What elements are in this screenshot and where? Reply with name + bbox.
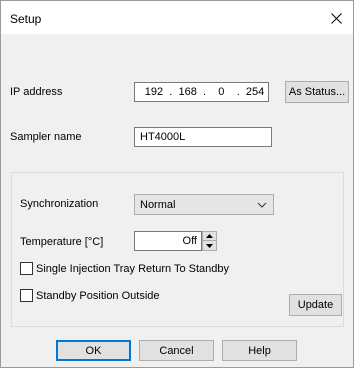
spin-down-icon <box>206 243 213 248</box>
spin-up-icon <box>206 234 213 238</box>
sampler-name-label: Sampler name <box>10 131 82 143</box>
standby-outside-checkbox[interactable] <box>20 289 33 302</box>
standby-outside-label: Standby Position Outside <box>36 289 160 302</box>
ip-octet-3[interactable]: 0 <box>208 86 234 98</box>
ip-octet-2[interactable]: 168 <box>175 86 201 98</box>
single-injection-label: Single Injection Tray Return To Standby <box>36 262 230 275</box>
as-status-button[interactable]: As Status... <box>285 81 349 103</box>
cancel-button[interactable]: Cancel <box>139 340 214 361</box>
ip-address-label: IP address <box>10 86 63 98</box>
single-injection-checkbox-row[interactable]: Single Injection Tray Return To Standby <box>20 262 229 275</box>
sampler-name-field[interactable]: HT4000L <box>134 127 272 147</box>
ok-button[interactable]: OK <box>56 340 131 361</box>
spin-down-button[interactable] <box>203 241 216 250</box>
temperature-stepper[interactable] <box>202 231 217 251</box>
synchronization-label: Synchronization <box>20 198 99 210</box>
chevron-down-icon <box>257 202 267 208</box>
ip-address-field[interactable]: 192 . 168 . 0 . 254 <box>134 82 269 102</box>
setup-dialog: Setup IP address 192 . 168 . 0 . 254 As … <box>0 0 354 368</box>
window-title: Setup <box>10 12 42 26</box>
close-icon <box>330 12 342 24</box>
standby-outside-checkbox-row[interactable]: Standby Position Outside <box>20 289 160 302</box>
spin-up-button[interactable] <box>203 232 216 241</box>
temperature-label: Temperature [°C] <box>20 236 104 248</box>
ip-separator: . <box>169 86 173 98</box>
ip-separator: . <box>202 86 207 98</box>
close-button[interactable] <box>325 7 347 29</box>
help-button[interactable]: Help <box>222 340 297 361</box>
update-button[interactable]: Update <box>289 294 342 316</box>
ip-separator: . <box>236 86 240 98</box>
synchronization-value: Normal <box>140 198 176 211</box>
ip-octet-4[interactable]: 254 <box>242 86 268 98</box>
single-injection-checkbox[interactable] <box>20 262 33 275</box>
temperature-field[interactable]: Off <box>134 231 202 251</box>
title-bar: Setup <box>1 1 353 34</box>
ip-octet-1[interactable]: 192 <box>141 86 167 98</box>
synchronization-select[interactable]: Normal <box>134 194 274 215</box>
